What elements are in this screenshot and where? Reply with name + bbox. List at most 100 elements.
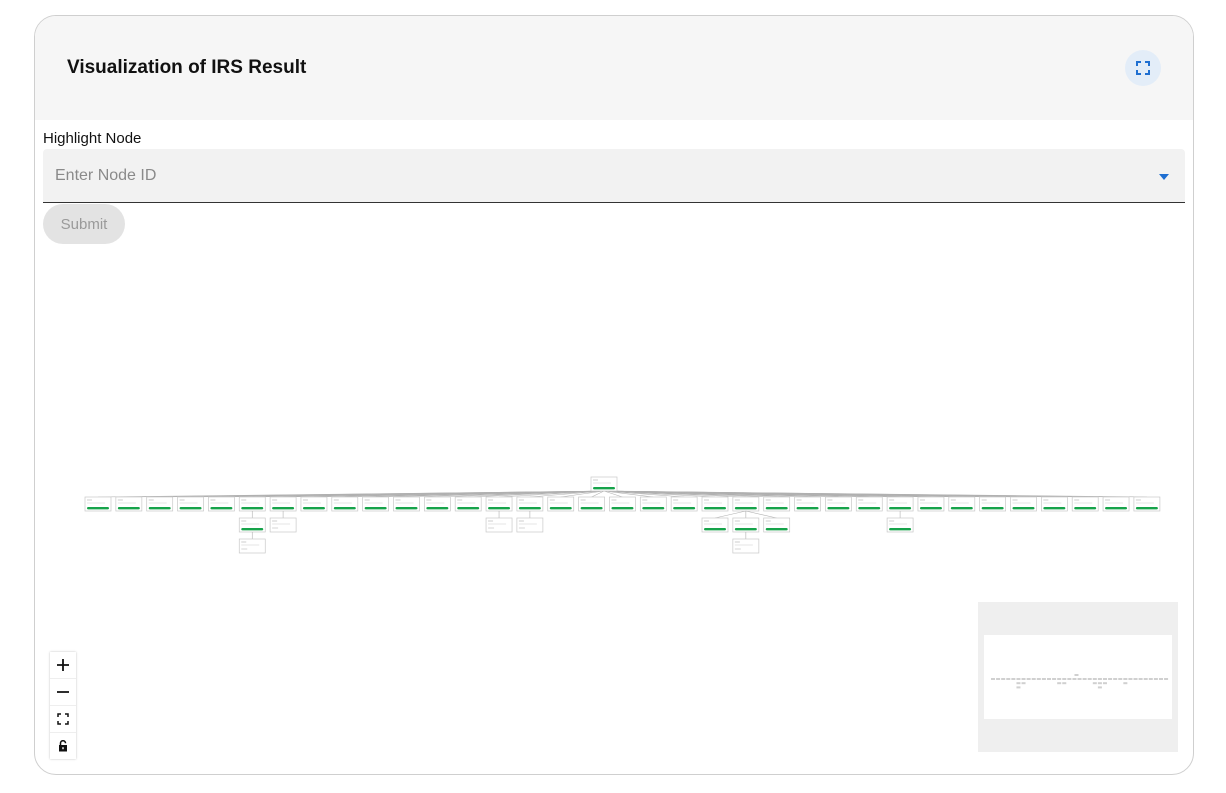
graph-node[interactable] xyxy=(732,517,760,533)
graph-node[interactable] xyxy=(825,496,852,512)
graph-node[interactable] xyxy=(948,496,976,512)
graph-node[interactable] xyxy=(670,496,698,512)
graph-node[interactable] xyxy=(1010,496,1037,512)
graph-node[interactable] xyxy=(590,476,618,492)
minimap-node xyxy=(1164,678,1169,680)
minimap-viewport[interactable] xyxy=(984,635,1172,719)
minimap-node xyxy=(1087,678,1092,680)
fit-view-icon xyxy=(57,713,69,725)
node-status-badge xyxy=(827,507,850,510)
graph-node[interactable] xyxy=(917,496,945,512)
graph-node[interactable] xyxy=(269,496,297,512)
node-status-badge xyxy=(734,507,757,510)
graph-node[interactable] xyxy=(208,496,235,512)
graph-node[interactable] xyxy=(300,496,328,512)
graph-node[interactable] xyxy=(1133,496,1161,512)
minimap-node xyxy=(1108,678,1113,680)
node-id-select[interactable] xyxy=(43,149,1185,203)
graph-node[interactable] xyxy=(516,517,544,533)
minimap-node xyxy=(1133,678,1138,680)
minimap-node xyxy=(991,678,995,680)
graph-node[interactable] xyxy=(701,496,729,512)
node-status-badge xyxy=(765,507,788,510)
graph-node[interactable] xyxy=(701,517,729,533)
minimap-node xyxy=(1097,682,1102,685)
lock-button[interactable] xyxy=(50,733,76,759)
node-status-badge xyxy=(426,507,449,510)
card-title: Visualization of IRS Result xyxy=(67,57,307,78)
zoom-in-button[interactable] xyxy=(50,652,76,679)
node-status-badge xyxy=(549,507,572,510)
graph-node[interactable] xyxy=(238,496,266,512)
minimap-node xyxy=(1057,678,1062,680)
graph-node[interactable] xyxy=(84,496,112,512)
minimap-node xyxy=(1062,682,1067,685)
minimap-node xyxy=(1128,678,1133,680)
zoom-out-button[interactable] xyxy=(50,679,76,706)
graph-node[interactable] xyxy=(886,496,914,512)
node-status-badge xyxy=(919,507,942,510)
minimap-node xyxy=(1006,678,1011,680)
graph-node[interactable] xyxy=(763,496,791,512)
graph-node[interactable] xyxy=(393,496,420,512)
minimap-node xyxy=(1102,678,1107,680)
node-id-input[interactable] xyxy=(55,149,1135,202)
graph-node[interactable] xyxy=(177,496,204,512)
minimap-node xyxy=(1074,674,1079,676)
graph-node[interactable] xyxy=(855,496,883,512)
graph-node[interactable] xyxy=(979,496,1007,512)
graph-node[interactable] xyxy=(547,496,575,512)
node-status-badge xyxy=(210,507,233,510)
minimap-node xyxy=(1016,678,1021,680)
minimap-node xyxy=(1082,678,1087,680)
graph-node[interactable] xyxy=(238,517,266,533)
minimap-node xyxy=(1143,678,1148,680)
graph-node[interactable] xyxy=(1071,496,1099,512)
graph-node[interactable] xyxy=(578,496,605,512)
graph-node[interactable] xyxy=(331,496,359,512)
graph-node[interactable] xyxy=(763,517,791,533)
graph-node[interactable] xyxy=(1040,496,1068,512)
graph-node[interactable] xyxy=(516,496,544,512)
lock-icon xyxy=(59,740,67,752)
fit-view-button[interactable] xyxy=(50,706,76,733)
node-status-badge xyxy=(734,528,757,531)
minimap-node xyxy=(1097,678,1102,680)
graph-node[interactable] xyxy=(732,538,760,554)
minimap-node xyxy=(1011,678,1016,680)
visualization-card: Visualization of IRS Result Highlight No… xyxy=(34,15,1194,775)
graph-node[interactable] xyxy=(794,496,821,512)
minimap-node xyxy=(1041,678,1046,680)
graph-node[interactable] xyxy=(269,517,297,533)
fullscreen-icon xyxy=(1136,61,1150,75)
graph-node[interactable] xyxy=(886,517,914,533)
minimap-graph xyxy=(991,674,1169,689)
graph-node[interactable] xyxy=(362,496,389,512)
graph-node[interactable] xyxy=(454,496,482,512)
minimap-node xyxy=(1113,678,1118,680)
graph-node[interactable] xyxy=(115,496,143,512)
minimap-node xyxy=(1153,678,1158,680)
graph-node[interactable] xyxy=(485,496,513,512)
graph-node[interactable] xyxy=(238,538,266,554)
graph-node[interactable] xyxy=(609,496,636,512)
minimap-node xyxy=(1016,686,1021,689)
minimap-node xyxy=(1097,686,1102,689)
node-status-badge xyxy=(950,507,973,510)
chevron-down-icon[interactable] xyxy=(1159,174,1169,180)
graph-node[interactable] xyxy=(1102,496,1130,512)
graph-node[interactable] xyxy=(639,496,667,512)
node-status-badge xyxy=(117,507,140,510)
graph-node[interactable] xyxy=(732,496,760,512)
minimap-node xyxy=(1092,678,1097,680)
graph-node[interactable] xyxy=(485,517,513,533)
node-status-badge xyxy=(580,507,603,510)
graph-node[interactable] xyxy=(146,496,174,512)
fullscreen-button[interactable] xyxy=(1125,50,1161,86)
graph-node[interactable] xyxy=(424,496,451,512)
minimap[interactable] xyxy=(978,602,1178,752)
minimap-node xyxy=(1158,678,1163,680)
submit-button[interactable]: Submit xyxy=(43,204,125,244)
minimap-node xyxy=(1067,678,1072,680)
minimap-node xyxy=(1138,678,1143,680)
